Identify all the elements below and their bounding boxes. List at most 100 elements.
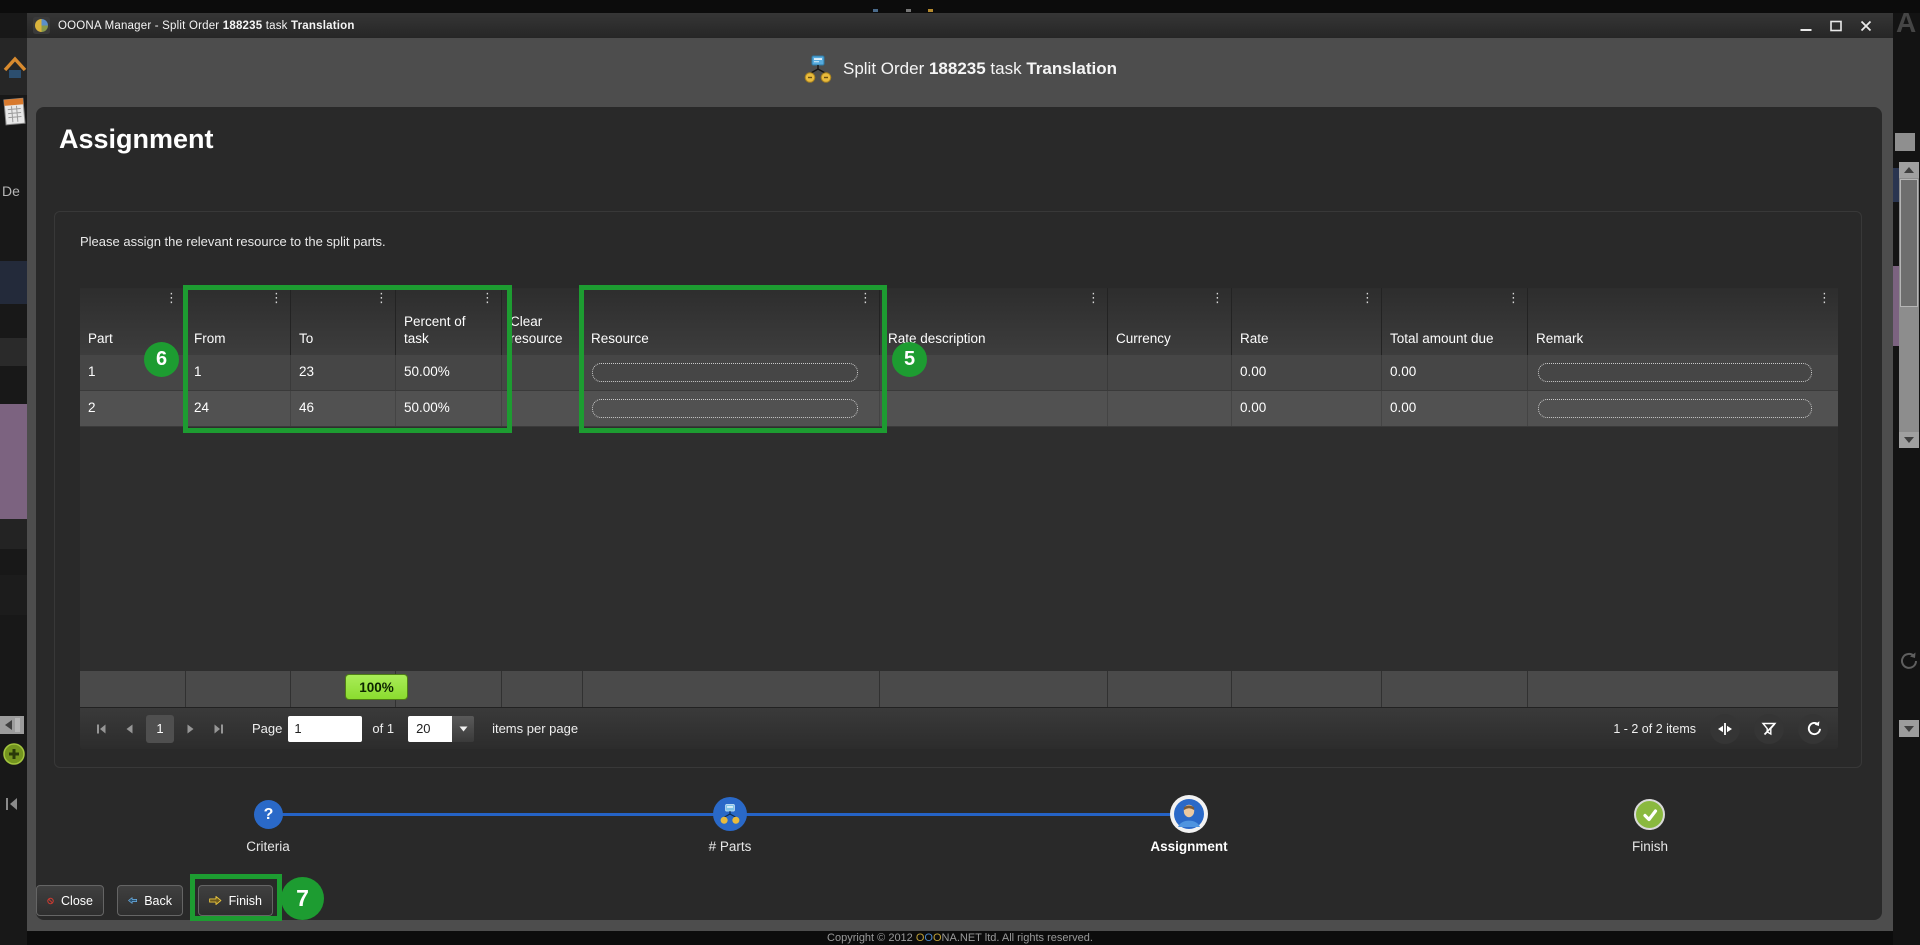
minimize-button[interactable] [1791, 13, 1821, 38]
background-block [0, 519, 27, 549]
split-mini-icon [719, 803, 741, 825]
cell-clear-resource [502, 391, 583, 426]
scrollbar-thumb[interactable] [1900, 179, 1918, 307]
step-label-assignment[interactable]: Assignment [1079, 839, 1299, 854]
dropdown-arrow-icon[interactable] [452, 716, 474, 742]
background-hscroll-left-arrow[interactable] [0, 716, 24, 734]
resource-input-row2[interactable] [592, 399, 858, 418]
background-home-panel [0, 38, 27, 95]
step-finish-icon[interactable] [1634, 799, 1665, 830]
header-cell-clear-resource[interactable]: Clear resource [502, 288, 583, 355]
fit-columns-button[interactable] [1710, 714, 1740, 744]
add-button[interactable] [2, 742, 26, 766]
resource-input-row1[interactable] [592, 363, 858, 382]
background-block [0, 338, 27, 366]
scrollbar-up-button[interactable] [1899, 162, 1919, 178]
cell-remark [1528, 391, 1838, 426]
column-menu-icon[interactable]: ⋮ [859, 291, 872, 304]
background-hscroll-arrow[interactable] [1899, 720, 1919, 737]
remark-input-row1[interactable] [1538, 363, 1812, 382]
last-page-button[interactable] [208, 718, 230, 740]
background-refresh-icon[interactable] [1899, 651, 1919, 671]
column-menu-icon[interactable]: ⋮ [1818, 291, 1831, 304]
collapse-left-icon[interactable] [4, 797, 20, 811]
next-page-button[interactable] [180, 718, 202, 740]
background-vertical-scrollbar[interactable] [1899, 162, 1919, 448]
finish-arrow-icon [209, 893, 222, 908]
first-page-button[interactable] [90, 718, 112, 740]
finish-button[interactable]: Finish [198, 885, 273, 916]
step-label-criteria[interactable]: Criteria [158, 839, 378, 854]
column-menu-icon[interactable]: ⋮ [481, 291, 494, 304]
close-button-label: Close [61, 894, 93, 908]
header-cell-from[interactable]: From⋮ [186, 288, 291, 355]
column-menu-icon[interactable]: ⋮ [1087, 291, 1100, 304]
current-page-button[interactable]: 1 [146, 715, 174, 743]
background-block [0, 575, 27, 615]
annotation-step-5: 5 [892, 342, 927, 377]
step-parts-icon[interactable] [713, 797, 747, 831]
close-button[interactable]: Close [36, 885, 104, 916]
home-icon [3, 50, 27, 80]
column-menu-icon[interactable]: ⋮ [1211, 291, 1224, 304]
header-cell-currency[interactable]: Currency⋮ [1108, 288, 1232, 355]
background-speck [873, 9, 878, 12]
cell-currency [1108, 391, 1232, 426]
background-block-navy [0, 261, 27, 304]
step-label-parts[interactable]: # Parts [620, 839, 840, 854]
column-menu-icon[interactable]: ⋮ [1507, 291, 1520, 304]
column-menu-icon[interactable]: ⋮ [1361, 291, 1374, 304]
back-button-label: Back [144, 894, 172, 908]
step-label-finish[interactable]: Finish [1540, 839, 1760, 854]
scrollbar-down-button[interactable] [1899, 432, 1919, 448]
page-size-select[interactable]: 20 [408, 716, 474, 742]
header-cell-resource[interactable]: Resource⋮ [583, 288, 880, 355]
step-assignment-icon[interactable] [1170, 795, 1208, 833]
annotation-step-7: 7 [281, 877, 324, 920]
maximize-button[interactable] [1821, 13, 1851, 38]
previous-page-button[interactable] [118, 718, 140, 740]
grid-row-1: 1 1 23 50.00% 0.00 0.00 [80, 355, 1838, 391]
cell-from: 1 [186, 355, 291, 390]
percent-total-badge: 100% [345, 674, 408, 700]
grid-empty-area [80, 427, 1838, 671]
cell-percent: 50.00% [396, 391, 502, 426]
assignment-grid: Part⋮ From⋮ To⋮ Percent of task⋮ Clear r… [80, 288, 1838, 749]
grid-header-row: Part⋮ From⋮ To⋮ Percent of task⋮ Clear r… [80, 288, 1838, 355]
background-light-block [1895, 133, 1915, 151]
window-titlebar: OOONA Manager - Split Order 188235 task … [27, 13, 1893, 38]
header-cell-rate[interactable]: Rate⋮ [1232, 288, 1382, 355]
cell-to: 46 [291, 391, 396, 426]
step-criteria-icon[interactable]: ? [254, 800, 283, 829]
calendar-icon [3, 96, 27, 128]
dialog-header: Split Order 188235 task Translation [27, 52, 1893, 86]
dialog-title: Split Order 188235 task Translation [843, 59, 1117, 79]
grid-pager: 1 Page of 1 20 items per page 1 - 2 of 2… [80, 707, 1838, 749]
header-cell-total-amount-due[interactable]: Total amount due⋮ [1382, 288, 1528, 355]
page-label: Page [252, 721, 282, 736]
clear-filters-button[interactable] [1754, 714, 1784, 744]
header-cell-remark[interactable]: Remark⋮ [1528, 288, 1838, 355]
close-window-button[interactable] [1851, 13, 1881, 38]
header-cell-percent[interactable]: Percent of task⋮ [396, 288, 502, 355]
column-menu-icon[interactable]: ⋮ [375, 291, 388, 304]
grid-summary-row [80, 671, 1838, 707]
refresh-button[interactable] [1798, 714, 1828, 744]
copyright-text: Copyright © 2012 OOONA.NET ltd. All righ… [0, 932, 1920, 944]
background-partial-letter: A [1896, 13, 1916, 39]
back-button[interactable]: Back [117, 885, 183, 916]
prohibition-icon [47, 892, 54, 910]
finish-button-label: Finish [229, 894, 262, 908]
column-menu-icon[interactable]: ⋮ [165, 291, 178, 304]
window-title: OOONA Manager - Split Order 188235 task … [58, 20, 355, 32]
grid-row-2: 2 24 46 50.00% 0.00 0.00 [80, 391, 1838, 427]
background-right-edge: A [1893, 13, 1920, 945]
page-of-label: of 1 [372, 721, 394, 736]
cell-percent: 50.00% [396, 355, 502, 390]
page-number-input[interactable] [288, 716, 362, 742]
page-title: Assignment [59, 124, 214, 155]
header-cell-to[interactable]: To⋮ [291, 288, 396, 355]
remark-input-row2[interactable] [1538, 399, 1812, 418]
column-menu-icon[interactable]: ⋮ [270, 291, 283, 304]
annotation-step-6: 6 [144, 342, 179, 377]
